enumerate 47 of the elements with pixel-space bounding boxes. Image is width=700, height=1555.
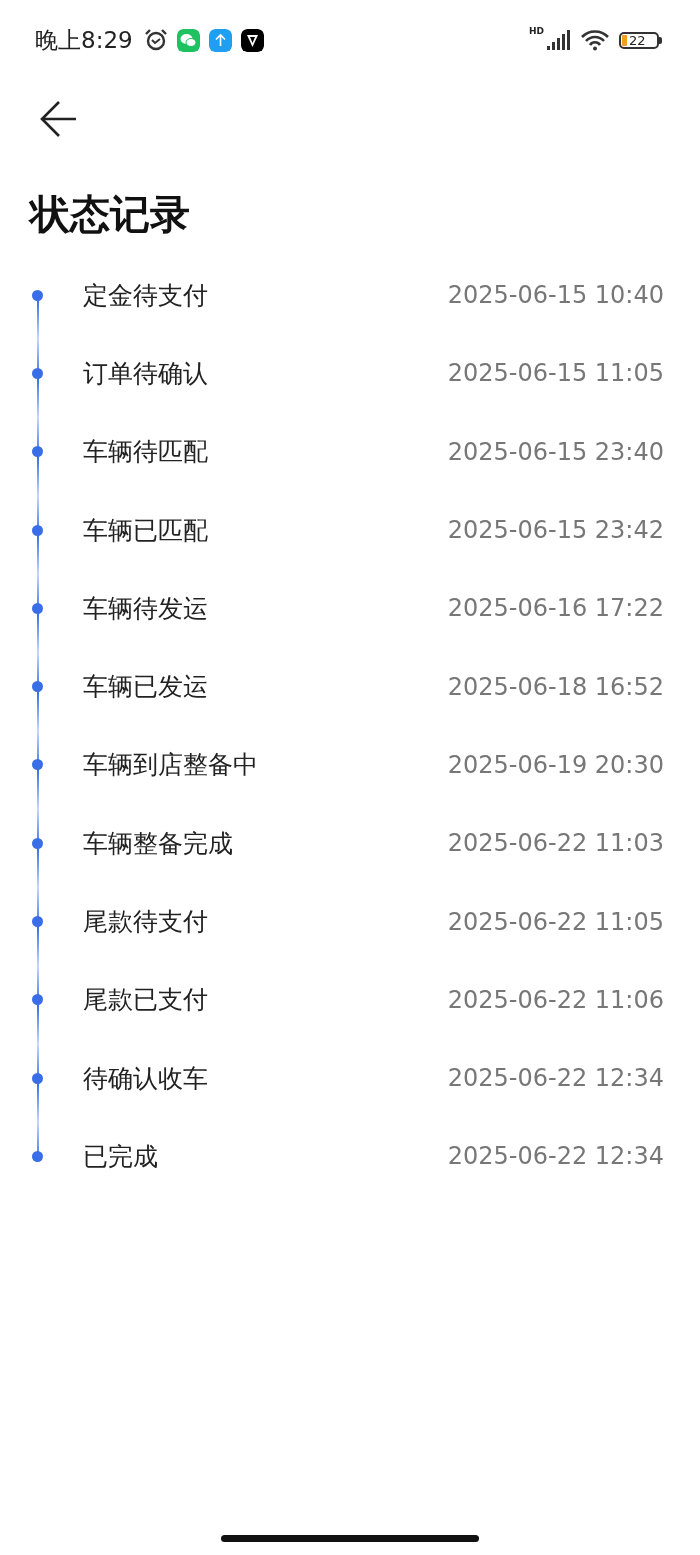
status-time: 2025-06-15 23:42 — [447, 516, 664, 545]
status-label: 车辆待发运 — [83, 592, 208, 625]
triangle-app-icon — [240, 28, 264, 52]
timeline-dot — [32, 1150, 43, 1162]
timeline-dot — [32, 837, 43, 849]
status-label: 车辆到店整备中 — [83, 749, 258, 782]
status-label: 待确认收车 — [83, 1062, 208, 1095]
status-time: 2025-06-22 11:03 — [447, 829, 664, 858]
timeline-dot — [32, 602, 43, 614]
timeline-dot — [32, 289, 43, 301]
status-time: 2025-06-22 12:34 — [447, 1142, 664, 1171]
timeline-dot — [32, 994, 43, 1006]
status-time: 2025-06-16 17:22 — [447, 594, 664, 623]
timeline-dot — [32, 446, 43, 458]
status-label: 车辆待匹配 — [83, 436, 208, 469]
status-time: 2025-06-15 10:40 — [447, 281, 664, 310]
timeline-dot — [32, 916, 43, 927]
battery-icon: 22 — [619, 31, 662, 49]
status-time: 2025-06-22 11:05 — [447, 907, 664, 936]
status-label: 尾款已支付 — [83, 984, 208, 1017]
page-title: 状态记录 — [30, 190, 190, 238]
back-button[interactable] — [40, 100, 78, 138]
network-label: HD — [529, 26, 544, 36]
timeline-dot — [32, 1072, 43, 1084]
alarm-clock-icon — [143, 28, 168, 52]
timeline-dot — [32, 759, 43, 771]
timeline-dot — [32, 367, 43, 379]
chat-app-icon — [176, 28, 200, 52]
timeline-dot — [32, 524, 43, 536]
status-label: 车辆已匹配 — [83, 514, 208, 547]
timeline-dot — [32, 681, 43, 693]
status-label: 已完成 — [83, 1140, 158, 1173]
clock-time: 晚上8:29 — [35, 25, 133, 55]
status-time: 2025-06-19 20:30 — [447, 750, 664, 779]
status-label: 定金待支付 — [83, 279, 208, 312]
status-time: 2025-06-15 11:05 — [447, 359, 664, 388]
status-time: 2025-06-22 12:34 — [447, 1064, 664, 1093]
status-time: 2025-06-22 11:06 — [447, 985, 664, 1014]
status-label: 订单待确认 — [83, 357, 208, 390]
status-time: 2025-06-15 23:40 — [447, 437, 664, 466]
wifi-icon — [580, 29, 610, 51]
status-label: 车辆整备完成 — [83, 827, 233, 860]
upload-app-icon — [208, 28, 232, 52]
status-time: 2025-06-18 16:52 — [447, 672, 664, 701]
signal-icon — [547, 30, 571, 50]
status-label: 尾款待支付 — [83, 906, 208, 938]
status-label: 车辆已发运 — [83, 671, 208, 704]
